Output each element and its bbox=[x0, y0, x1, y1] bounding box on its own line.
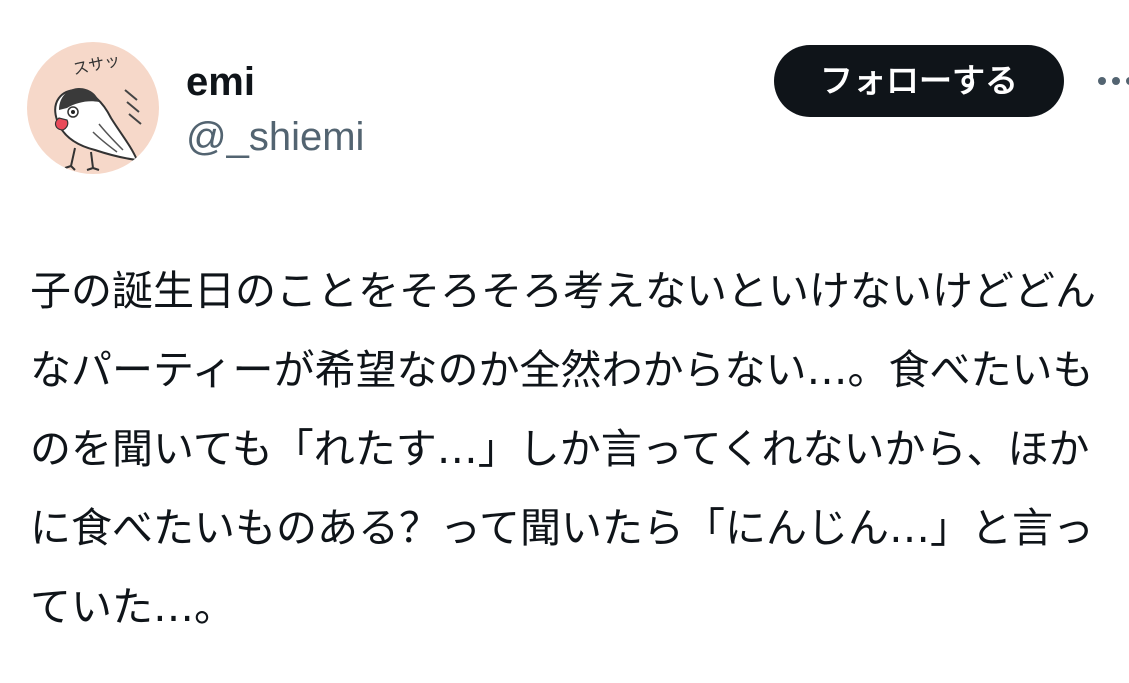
author-display-name[interactable]: emi bbox=[186, 58, 255, 106]
follow-button[interactable]: フォローする bbox=[774, 45, 1064, 117]
avatar[interactable]: スサッ bbox=[27, 42, 159, 174]
tweet-text: 子の誕生日のことをそろそろ考えないといけないけどどんなパーティーが希望なのか全然… bbox=[30, 267, 1096, 631]
more-dots-icon[interactable] bbox=[1096, 68, 1129, 94]
author-handle[interactable]: @_shiemi bbox=[186, 113, 364, 161]
avatar-caption: スサッ bbox=[71, 50, 122, 79]
java-sparrow-sketch-icon: スサッ bbox=[54, 50, 142, 171]
